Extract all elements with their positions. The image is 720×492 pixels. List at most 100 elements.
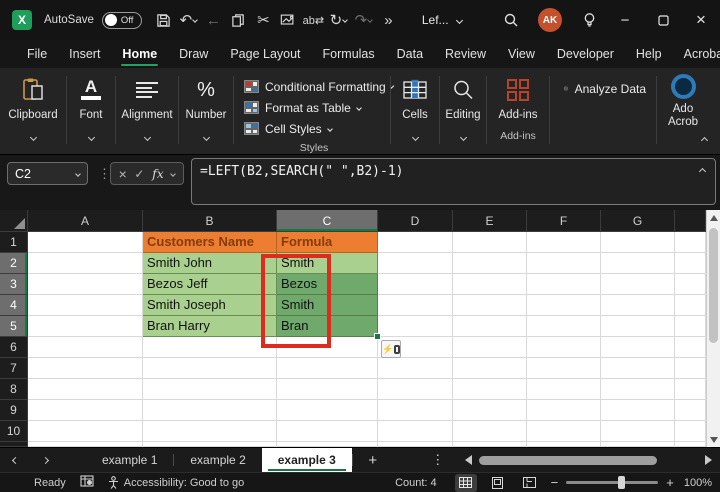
select-all-button[interactable] <box>0 210 28 232</box>
chevron-down-icon[interactable] <box>171 171 177 177</box>
lightbulb-icon[interactable] <box>572 5 606 35</box>
cell-E10[interactable] <box>453 421 527 442</box>
cell-B3[interactable]: Bezos Jeff <box>143 274 277 295</box>
cell-B8[interactable] <box>143 379 277 400</box>
tab-help[interactable]: Help <box>625 42 673 67</box>
cell-H4[interactable] <box>675 295 706 316</box>
cell-G7[interactable] <box>601 358 675 379</box>
cell-C6[interactable] <box>277 337 378 358</box>
row-header-10[interactable]: 10 <box>0 421 28 442</box>
autosave-toggle[interactable]: Off <box>102 12 142 29</box>
accessibility-status[interactable]: Accessibility: Good to go <box>108 476 244 489</box>
add-sheet-button[interactable]: + <box>353 448 393 472</box>
format-as-table-button[interactable]: Format as Table <box>244 97 384 118</box>
undo-icon[interactable]: ↶ <box>177 7 200 33</box>
cell-B1[interactable]: Customers Name <box>143 232 277 253</box>
cell-G5[interactable] <box>601 316 675 337</box>
cell-G1[interactable] <box>601 232 675 253</box>
cell-A8[interactable] <box>28 379 143 400</box>
avatar[interactable]: AK <box>538 8 562 32</box>
cell-E2[interactable] <box>453 253 527 274</box>
row-header-1[interactable]: 1 <box>0 232 28 253</box>
cell-F10[interactable] <box>527 421 601 442</box>
refresh-icon[interactable]: ↻ <box>327 7 350 33</box>
column-header-partial[interactable] <box>675 210 706 232</box>
cell-E4[interactable] <box>453 295 527 316</box>
cell-E3[interactable] <box>453 274 527 295</box>
insert-function-icon[interactable]: fx <box>152 166 164 181</box>
cell-C5[interactable]: Bran <box>277 316 378 337</box>
row-header-5[interactable]: 5 <box>0 316 28 337</box>
cell-F7[interactable] <box>527 358 601 379</box>
column-header-f[interactable]: F <box>527 210 601 232</box>
cell-G2[interactable] <box>601 253 675 274</box>
row-header-6[interactable]: 6 <box>0 337 28 358</box>
cell-D7[interactable] <box>378 358 453 379</box>
cell-D4[interactable] <box>378 295 453 316</box>
cell-F1[interactable] <box>527 232 601 253</box>
page-layout-view-button[interactable] <box>487 474 509 492</box>
analyze-data-button[interactable]: Analyze Data <box>550 68 656 97</box>
document-title[interactable]: Lef... <box>422 13 462 27</box>
add-ins-button[interactable]: Add-ins Add-ins <box>487 68 549 154</box>
cell-B4[interactable]: Smith Joseph <box>143 295 277 316</box>
cell-B9[interactable] <box>143 400 277 421</box>
cells-group-button[interactable]: Cells <box>391 68 439 154</box>
cell-E5[interactable] <box>453 316 527 337</box>
cell-A7[interactable] <box>28 358 143 379</box>
vertical-scrollbar-thumb[interactable] <box>709 228 718 343</box>
cell-H3[interactable] <box>675 274 706 295</box>
horizontal-scrollbar-thumb[interactable] <box>479 456 657 465</box>
cell-E1[interactable] <box>453 232 527 253</box>
cell-B5[interactable]: Bran Harry <box>143 316 277 337</box>
collapse-formula-bar-icon[interactable] <box>699 168 706 175</box>
cell-C9[interactable] <box>277 400 378 421</box>
sheet-nav-left-icon[interactable] <box>0 448 30 472</box>
zoom-level[interactable]: 100% <box>684 477 712 489</box>
row-header-2[interactable]: 2 <box>0 253 28 274</box>
tab-developer[interactable]: Developer <box>546 42 625 67</box>
name-box[interactable]: C2 <box>7 162 88 185</box>
fill-handle[interactable] <box>374 333 381 340</box>
cell-H5[interactable] <box>675 316 706 337</box>
cell-H2[interactable] <box>675 253 706 274</box>
cell-F3[interactable] <box>527 274 601 295</box>
sheet-tab-example-1[interactable]: example 1 <box>86 448 173 472</box>
tab-draw[interactable]: Draw <box>168 42 219 67</box>
row-header-8[interactable]: 8 <box>0 379 28 400</box>
quick-analysis-button[interactable]: ⚡ <box>381 340 401 358</box>
cell-D3[interactable] <box>378 274 453 295</box>
zoom-slider-thumb[interactable] <box>618 476 625 489</box>
paste-icon[interactable] <box>277 7 300 33</box>
zoom-out-button[interactable]: − <box>551 475 559 490</box>
font-group-button[interactable]: A Font <box>67 68 115 154</box>
cell-C3[interactable]: Bezos <box>277 274 378 295</box>
close-button[interactable]: × <box>682 0 720 40</box>
row-header-9[interactable]: 9 <box>0 400 28 421</box>
cell-G10[interactable] <box>601 421 675 442</box>
cell-F6[interactable] <box>527 337 601 358</box>
cell-A3[interactable] <box>28 274 143 295</box>
scroll-left-arrow-icon[interactable] <box>465 455 472 465</box>
cell-B10[interactable] <box>143 421 277 442</box>
cell-D8[interactable] <box>378 379 453 400</box>
row-header-7[interactable]: 7 <box>0 358 28 379</box>
cell-G8[interactable] <box>601 379 675 400</box>
cell-G9[interactable] <box>601 400 675 421</box>
cell-G3[interactable] <box>601 274 675 295</box>
cell-C7[interactable] <box>277 358 378 379</box>
cell-A10[interactable] <box>28 421 143 442</box>
cell-D10[interactable] <box>378 421 453 442</box>
clipboard-group-button[interactable]: Clipboard <box>0 68 66 154</box>
cell-B2[interactable]: Smith John <box>143 253 277 274</box>
cell-D5[interactable] <box>378 316 453 337</box>
maximize-button[interactable] <box>644 0 682 40</box>
scroll-right-arrow-icon[interactable] <box>705 455 712 465</box>
cell-F2[interactable] <box>527 253 601 274</box>
cell-E9[interactable] <box>453 400 527 421</box>
cell-G6[interactable] <box>601 337 675 358</box>
toolbar-overflow-icon[interactable]: » <box>377 7 400 33</box>
cell-A9[interactable] <box>28 400 143 421</box>
cell-H8[interactable] <box>675 379 706 400</box>
zoom-slider[interactable] <box>566 481 658 484</box>
